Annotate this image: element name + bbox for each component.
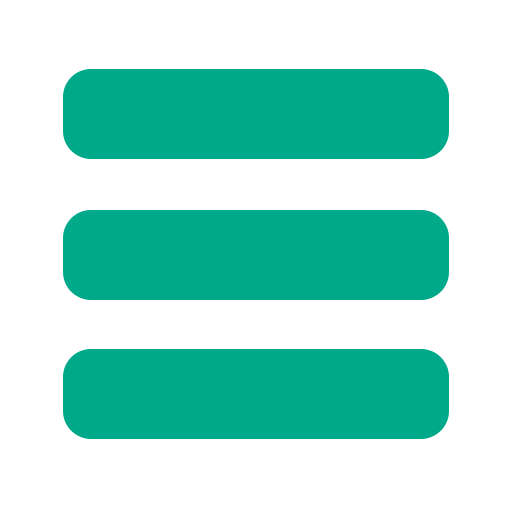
- hamburger-menu-icon[interactable]: [0, 0, 512, 512]
- menu-bar-middle: [63, 210, 449, 300]
- menu-bar-top: [63, 69, 449, 159]
- menu-bar-bottom: [63, 349, 449, 439]
- icon-canvas: [0, 0, 512, 512]
